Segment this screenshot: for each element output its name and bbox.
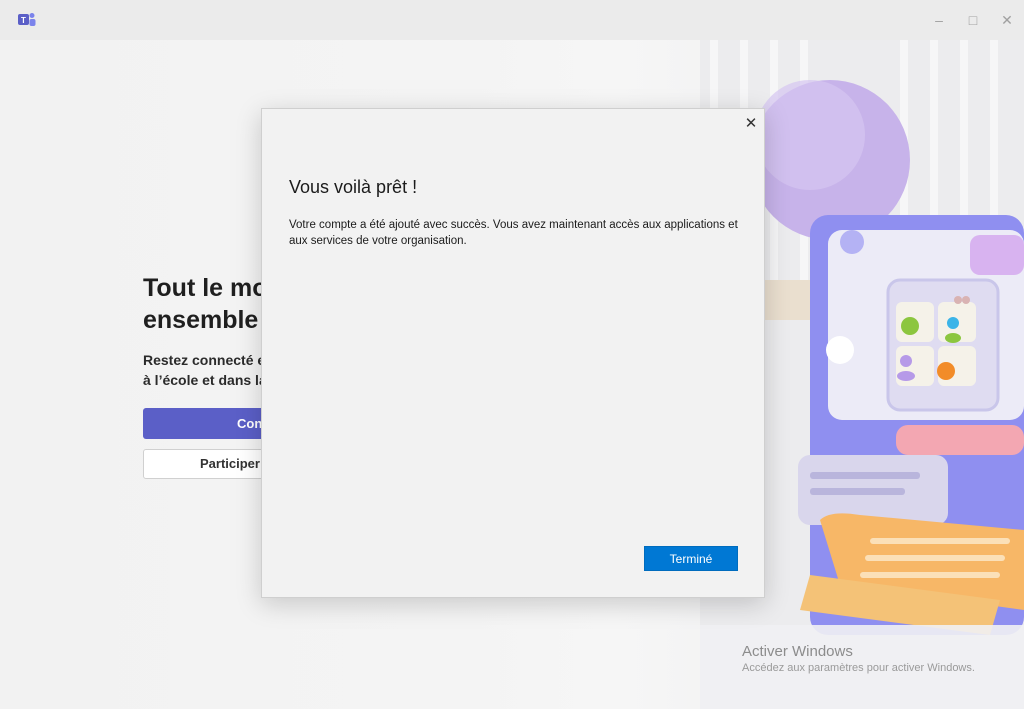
activation-watermark-title: Activer Windows	[742, 643, 853, 660]
activation-watermark-subtitle: Accédez aux paramètres pour activer Wind…	[742, 662, 975, 674]
close-icon[interactable]: ✕	[740, 113, 762, 135]
teams-window: T – □ ✕ Tout le mo ensemble Restez conne…	[0, 0, 1024, 709]
dialog-message: Votre compte a été ajouté avec succès. V…	[289, 219, 738, 247]
maximize-icon[interactable]: □	[960, 8, 986, 32]
account-added-dialog: ✕ Vous voilà prêt ! Votre compte a été a…	[261, 108, 765, 598]
svg-text:T: T	[21, 16, 26, 25]
dialog-title: Vous voilà prêt !	[289, 177, 418, 197]
title-bar: T – □ ✕	[0, 0, 1024, 40]
teams-icon: T	[18, 13, 36, 26]
minimize-icon[interactable]: –	[926, 8, 952, 32]
done-button[interactable]: Terminé	[644, 546, 738, 571]
close-icon[interactable]: ✕	[994, 8, 1020, 32]
